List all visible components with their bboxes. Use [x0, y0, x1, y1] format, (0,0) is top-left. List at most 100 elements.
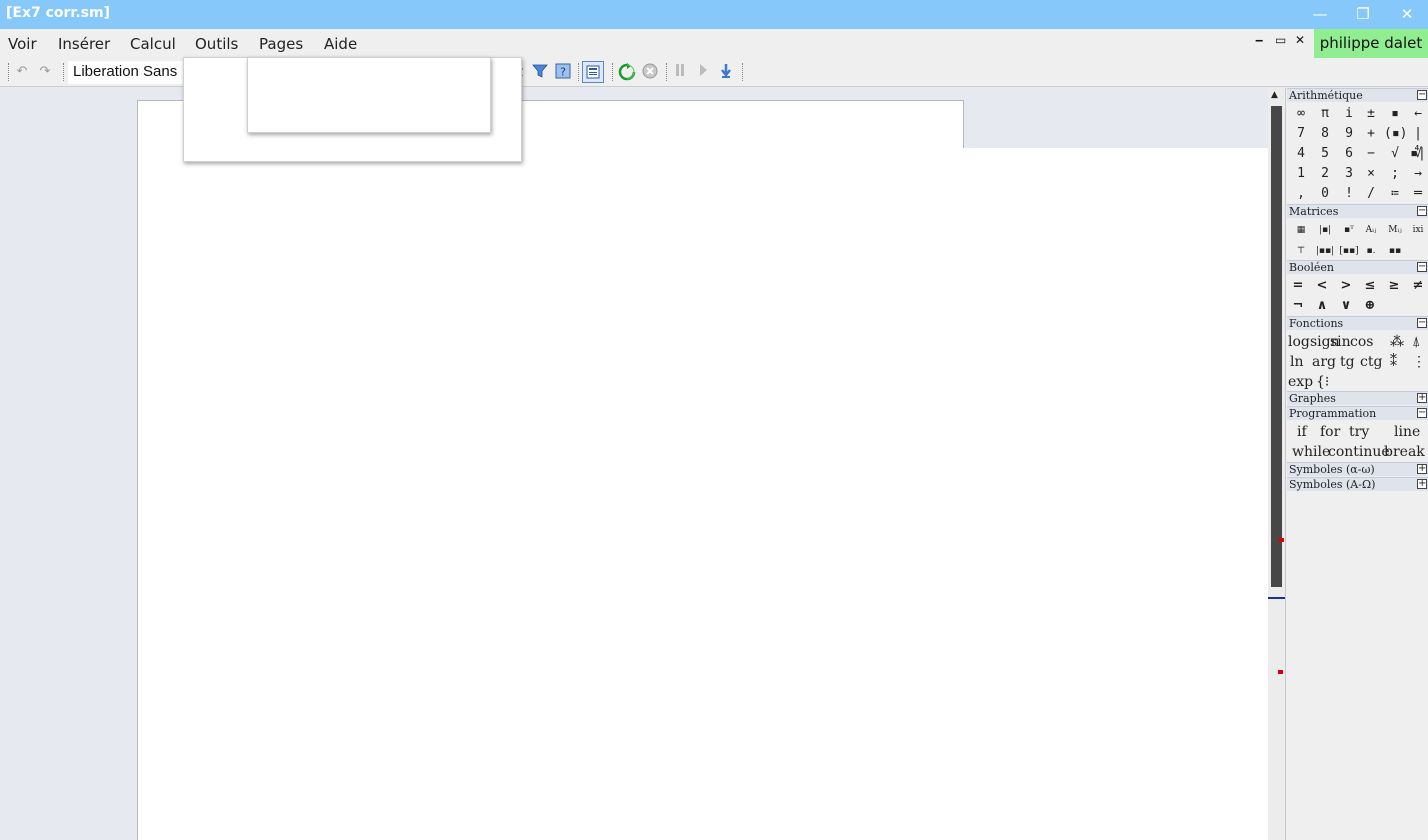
- worksheet-page-extension[interactable]: [963, 148, 1268, 840]
- filter-icon[interactable]: [530, 63, 550, 81]
- section-header-graphes[interactable]: Graphes +: [1287, 391, 1428, 405]
- help-icon[interactable]: ?: [553, 63, 573, 81]
- palette-arithmetique-item[interactable]: √: [1384, 144, 1406, 164]
- stop-icon[interactable]: [640, 63, 660, 81]
- error-marker[interactable]: [1278, 670, 1283, 674]
- palette-fonctions-item[interactable]: tg: [1340, 352, 1355, 372]
- palette-arithmetique-item[interactable]: ▪: [1384, 104, 1406, 124]
- palette-fonctions-item[interactable]: arg: [1312, 352, 1336, 372]
- collapse-icon[interactable]: −: [1417, 206, 1427, 216]
- section-header-fonctions[interactable]: Fonctions −: [1287, 316, 1428, 330]
- palette-matrices-item[interactable]: ▦: [1290, 220, 1312, 240]
- collapse-icon[interactable]: −: [1417, 262, 1427, 272]
- palette-matrices-item[interactable]: Aᵢⱼ: [1360, 220, 1382, 240]
- error-marker[interactable]: [1279, 538, 1284, 542]
- undo-icon[interactable]: ↶: [12, 63, 32, 81]
- palette-programmation-item[interactable]: continue: [1328, 442, 1390, 462]
- section-header-programmation[interactable]: Programmation −: [1287, 406, 1428, 420]
- expand-icon[interactable]: +: [1417, 464, 1427, 474]
- menu-aide[interactable]: Aide: [324, 35, 357, 53]
- section-header-booleen[interactable]: Booléen −: [1287, 260, 1428, 274]
- palette-matrices-item[interactable]: ▪▪: [1384, 241, 1406, 261]
- palette-arithmetique-item[interactable]: !: [1338, 184, 1360, 204]
- user-badge[interactable]: philippe dalet: [1314, 29, 1428, 58]
- palette-arithmetique-item[interactable]: 6: [1338, 144, 1360, 164]
- recalculate-icon[interactable]: [617, 63, 637, 81]
- palette-fonctions-item[interactable]: sin: [1330, 332, 1351, 352]
- palette-booleen-item[interactable]: >: [1334, 276, 1358, 296]
- section-header-matrices[interactable]: Matrices −: [1287, 204, 1428, 218]
- expand-icon[interactable]: +: [1417, 393, 1427, 403]
- palette-programmation-item[interactable]: try: [1349, 422, 1369, 442]
- palette-arithmetique-item[interactable]: −: [1360, 144, 1382, 164]
- palette-booleen-item[interactable]: <: [1310, 276, 1334, 296]
- palette-arithmetique-item[interactable]: ±: [1360, 104, 1382, 124]
- menu-voir[interactable]: Voir: [8, 35, 37, 53]
- menu-calcul[interactable]: Calcul: [130, 35, 176, 53]
- palette-programmation-item[interactable]: break: [1384, 442, 1425, 462]
- palette-arithmetique-item[interactable]: i: [1338, 104, 1360, 124]
- redo-icon[interactable]: ↷: [35, 63, 55, 81]
- font-size-dropdown-list[interactable]: [247, 57, 491, 133]
- palette-programmation-item[interactable]: line: [1394, 422, 1420, 442]
- palette-booleen-item[interactable]: ∧: [1310, 296, 1334, 316]
- page-view-toggle-icon[interactable]: [582, 61, 604, 83]
- menu-inserer[interactable]: Insérer: [58, 35, 110, 53]
- palette-booleen-item[interactable]: ≥: [1382, 276, 1406, 296]
- palette-matrices-item[interactable]: [▪▪]: [1338, 241, 1360, 261]
- close-window-button[interactable]: ✕: [1396, 4, 1418, 24]
- palette-arithmetique-item[interactable]: 9: [1338, 124, 1360, 144]
- section-header-symboles-majuscules[interactable]: Symboles (Α-Ω) +: [1287, 477, 1428, 491]
- play-icon[interactable]: [693, 63, 713, 81]
- palette-arithmetique-item[interactable]: 4: [1290, 144, 1312, 164]
- palette-matrices-item[interactable]: |▪▪|: [1314, 241, 1336, 261]
- palette-fonctions-item[interactable]: exp: [1288, 372, 1313, 392]
- scroll-up-arrow-icon[interactable]: ▲: [1271, 90, 1278, 100]
- menu-outils[interactable]: Outils: [195, 35, 238, 53]
- scrollbar-thumb[interactable]: [1271, 106, 1282, 587]
- palette-booleen-item[interactable]: =: [1286, 276, 1310, 296]
- palette-fonctions-item[interactable]: ⁂: [1390, 332, 1404, 352]
- palette-booleen-item[interactable]: ∨: [1334, 296, 1358, 316]
- palette-fonctions-item[interactable]: cos: [1350, 332, 1373, 352]
- expand-icon[interactable]: +: [1417, 479, 1427, 489]
- palette-arithmetique-item[interactable]: 3: [1338, 164, 1360, 184]
- palette-booleen-item[interactable]: ⊕: [1358, 296, 1382, 316]
- palette-booleen-item[interactable]: ≠: [1406, 276, 1428, 296]
- section-header-symboles-minuscules[interactable]: Symboles (α-ω) +: [1287, 462, 1428, 476]
- palette-matrices-item[interactable]: ▪.: [1360, 241, 1382, 261]
- palette-fonctions-item[interactable]: ln: [1290, 352, 1304, 372]
- section-header-arithmetique[interactable]: Arithmétique −: [1287, 88, 1428, 102]
- palette-arithmetique-item[interactable]: 8: [1314, 124, 1336, 144]
- restore-window-button[interactable]: ❐: [1352, 4, 1374, 24]
- palette-arithmetique-item[interactable]: +: [1360, 124, 1382, 144]
- palette-arithmetique-item[interactable]: 2: [1314, 164, 1336, 184]
- palette-programmation-item[interactable]: for: [1320, 422, 1340, 442]
- palette-arithmetique-item[interactable]: ═: [1407, 184, 1428, 204]
- palette-arithmetique-item[interactable]: ×: [1360, 164, 1382, 184]
- palette-arithmetique-item[interactable]: (▪): [1384, 124, 1407, 144]
- palette-arithmetique-item[interactable]: 0: [1314, 184, 1336, 204]
- palette-matrices-item[interactable]: |▪|: [1314, 220, 1336, 240]
- palette-matrices-item[interactable]: ⊤: [1290, 241, 1312, 261]
- palette-fonctions-item[interactable]: ⍋: [1412, 332, 1420, 352]
- palette-booleen-item[interactable]: ¬: [1286, 296, 1310, 316]
- palette-arithmetique-item[interactable]: ←: [1407, 104, 1428, 124]
- palette-matrices-item[interactable]: ixi: [1407, 220, 1428, 240]
- palette-fonctions-item[interactable]: {⁝: [1316, 372, 1329, 392]
- step-into-icon[interactable]: [716, 63, 736, 81]
- pause-icon[interactable]: [670, 63, 690, 81]
- palette-arithmetique-item[interactable]: 5: [1314, 144, 1336, 164]
- doc-close-button[interactable]: ✕: [1295, 33, 1305, 47]
- palette-matrices-item[interactable]: Mᵢⱼ: [1384, 220, 1406, 240]
- palette-programmation-item[interactable]: if: [1297, 422, 1307, 442]
- palette-arithmetique-item[interactable]: 1: [1290, 164, 1312, 184]
- palette-arithmetique-item[interactable]: ≔: [1384, 184, 1406, 204]
- palette-arithmetique-item[interactable]: ∜: [1407, 144, 1428, 164]
- palette-matrices-item[interactable]: ▪ᵀ: [1338, 220, 1360, 240]
- palette-arithmetique-item[interactable]: /: [1360, 184, 1382, 204]
- palette-booleen-item[interactable]: ≤: [1358, 276, 1382, 296]
- palette-programmation-item[interactable]: while: [1292, 442, 1330, 462]
- palette-fonctions-item[interactable]: log: [1288, 332, 1310, 352]
- doc-restore-button[interactable]: ▭: [1275, 33, 1286, 47]
